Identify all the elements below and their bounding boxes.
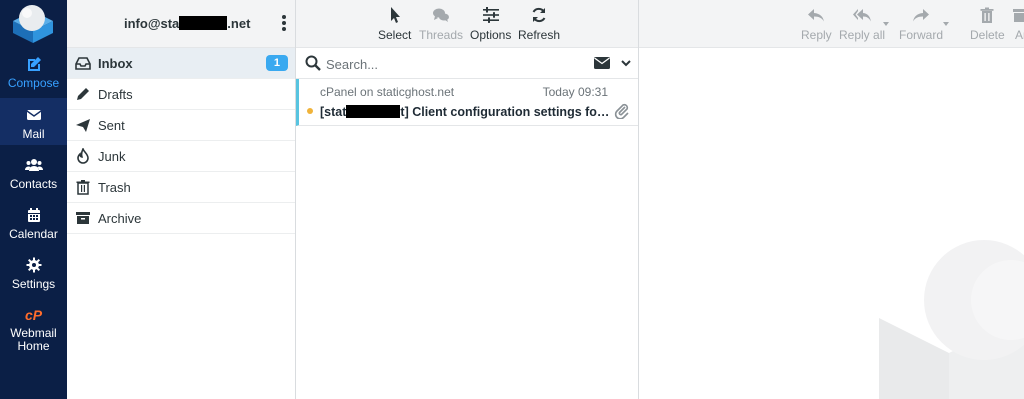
message-row[interactable]: cPanel on staticghost.net Today 09:31 [s… (296, 79, 638, 126)
comments-icon (433, 8, 450, 22)
archive-icon (76, 212, 90, 224)
redacted-block (179, 16, 228, 30)
select-button[interactable]: Select (378, 6, 411, 42)
folder-trash[interactable]: Trash (67, 172, 295, 203)
message-date: Today 09:31 (542, 85, 608, 99)
archive-icon (1013, 9, 1024, 22)
folder-drafts[interactable]: Drafts (67, 79, 295, 110)
forward-button[interactable]: Forward (899, 6, 943, 42)
account-email-prefix: info@sta (124, 16, 180, 31)
forward-icon (913, 9, 929, 22)
sliders-icon (482, 7, 499, 23)
unread-dot-icon[interactable] (307, 108, 313, 114)
folder-junk[interactable]: Junk (67, 141, 295, 172)
delete-label: Delete (970, 28, 1005, 42)
roundcube-watermark-icon (879, 240, 1024, 399)
app-nav: Compose Mail Contacts Calendar Settings … (0, 0, 67, 399)
search-bar (296, 48, 638, 79)
reply-label: Reply (801, 28, 832, 42)
search-input[interactable] (326, 54, 566, 74)
compose-button[interactable]: Compose (0, 55, 67, 90)
refresh-button[interactable]: Refresh (518, 6, 560, 42)
refresh-label: Refresh (518, 28, 561, 42)
nav-item-calendar[interactable]: Calendar (0, 206, 67, 241)
reply-all-icon (853, 9, 872, 22)
folder-inbox[interactable]: Inbox 1 (67, 48, 295, 79)
mail-label: Mail (22, 127, 45, 141)
inbox-icon (75, 57, 91, 70)
reply-all-button[interactable]: Reply all (839, 6, 885, 42)
reply-button[interactable]: Reply (801, 6, 832, 42)
folder-label: Trash (98, 179, 131, 195)
settings-label: Settings (11, 277, 56, 291)
calendar-label: Calendar (9, 227, 58, 241)
compose-label: Compose (7, 76, 60, 90)
select-label: Select (378, 28, 412, 42)
gear-icon (26, 257, 41, 273)
cpanel-logo-icon: cP (25, 307, 43, 323)
delete-button[interactable]: Delete (970, 6, 1005, 42)
fire-icon (77, 148, 89, 164)
contacts-label: Contacts (9, 177, 58, 191)
account-email-suffix: .net (227, 16, 251, 31)
forward-label: Forward (899, 28, 944, 42)
threads-label: Threads (419, 28, 464, 42)
nav-item-mail[interactable]: Mail (0, 98, 67, 145)
message-subject: [stat t] Client configuration settings fo… (320, 105, 610, 119)
archive-button[interactable]: Ar (1012, 6, 1024, 42)
folder-label: Archive (98, 210, 142, 226)
account-email[interactable]: info@sta .net (124, 16, 250, 31)
redacted-block (346, 105, 401, 118)
folder-label: Inbox (98, 55, 133, 71)
refresh-icon (532, 7, 546, 23)
trash-icon (76, 180, 90, 195)
subject-prefix: [stat (320, 105, 347, 119)
nav-item-contacts[interactable]: Contacts (0, 156, 67, 191)
reply-all-dropdown-icon[interactable] (883, 22, 889, 26)
pencil-icon (77, 88, 89, 100)
reply-all-label: Reply all (839, 28, 886, 42)
folder-sent[interactable]: Sent (67, 110, 295, 141)
roundcube-logo-icon[interactable] (10, 3, 56, 43)
archive-label: Ar (1015, 28, 1024, 42)
trash-icon (980, 7, 994, 23)
cursor-icon (390, 7, 400, 23)
compose-icon (27, 57, 41, 71)
folder-label: Junk (98, 148, 126, 164)
forward-dropdown-icon[interactable] (943, 22, 949, 26)
webmail-home-label: Webmail Home (10, 326, 57, 353)
calendar-icon (27, 208, 40, 222)
account-header: info@sta .net (67, 0, 295, 48)
paper-plane-icon (76, 119, 90, 132)
folder-pane: info@sta .net Inbox 1 Drafts Sent Junk T… (67, 0, 296, 399)
message-from: cPanel on staticghost.net (320, 85, 455, 99)
threads-button[interactable]: Threads (419, 6, 463, 42)
envelope-icon (26, 110, 41, 120)
preview-pane: Reply Reply all Forward Delete A (639, 0, 1024, 399)
list-toolbar: Select Threads Options Refresh (296, 0, 638, 48)
options-label: Options (470, 28, 512, 42)
options-button[interactable]: Options (470, 6, 511, 42)
unread-count-badge: 1 (265, 55, 288, 71)
message-list-pane: Select Threads Options Refresh Search...… (296, 0, 639, 399)
folder-label: Sent (98, 117, 125, 133)
subject-suffix: t] Client configuration settings for “i.… (400, 105, 610, 119)
reply-icon (808, 9, 825, 22)
nav-item-settings[interactable]: Settings (0, 256, 67, 291)
paperclip-icon (614, 103, 629, 119)
chevron-down-icon[interactable] (621, 58, 631, 68)
nav-item-webmail-home[interactable]: cP Webmail Home (0, 306, 67, 353)
envelope-filter-icon[interactable] (594, 57, 610, 69)
search-icon[interactable] (305, 55, 321, 71)
folder-archive[interactable]: Archive (67, 203, 295, 234)
folder-label: Drafts (98, 86, 133, 102)
message-toolbar: Reply Reply all Forward Delete A (639, 0, 1024, 48)
users-icon (24, 159, 43, 171)
svg-text:cP: cP (25, 307, 43, 323)
more-options-icon[interactable] (281, 14, 287, 32)
